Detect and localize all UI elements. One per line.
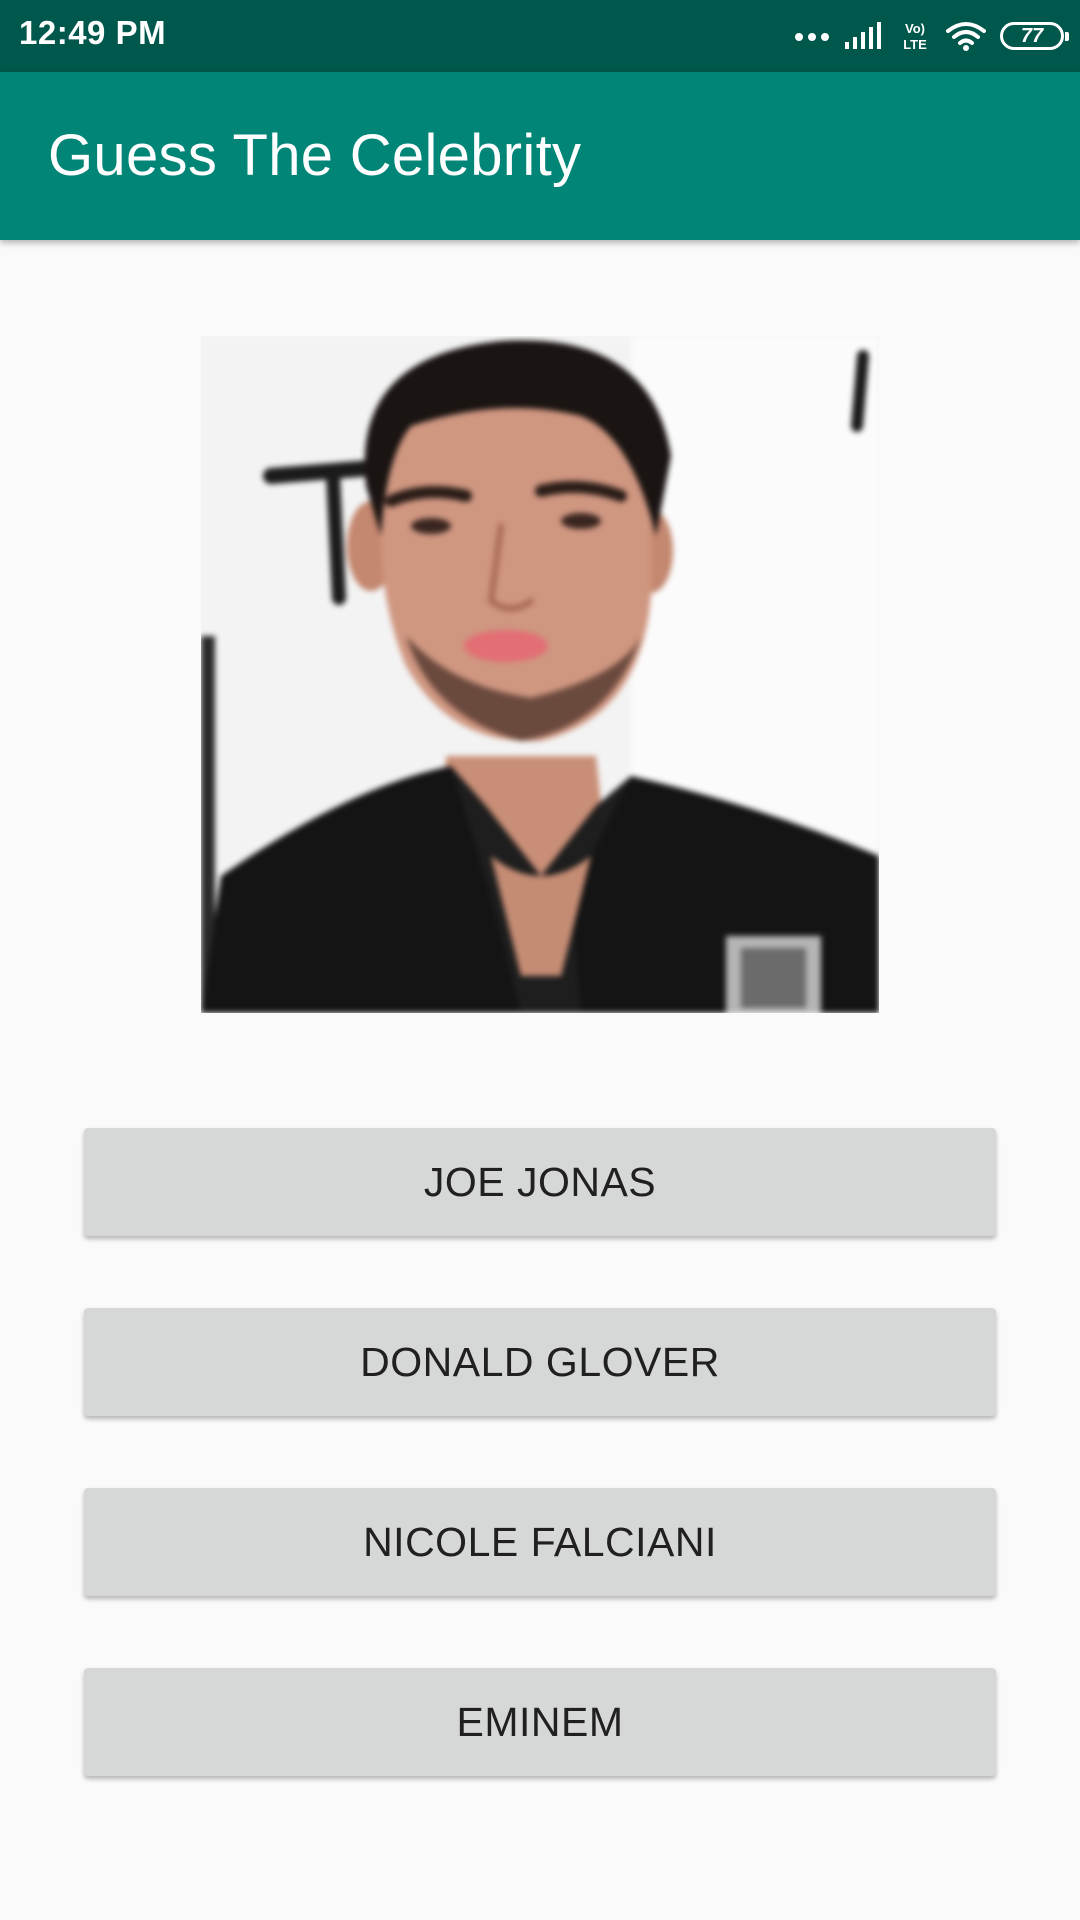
battery-icon: 77 — [1000, 22, 1069, 50]
status-time: 12:49 PM — [19, 14, 167, 51]
answer-label: DONALD GLOVER — [360, 1338, 720, 1385]
battery-level: 77 — [1020, 25, 1044, 47]
answer-button-3[interactable]: NICOLE FALCIANI — [84, 1488, 996, 1596]
status-icons: Vo) LTE 77 — [794, 14, 1069, 58]
signal-icon — [845, 22, 881, 49]
app-bar: Guess The Celebrity — [0, 72, 1080, 240]
answer-label: NICOLE FALCIANI — [363, 1518, 717, 1565]
celebrity-photo — [201, 336, 879, 1013]
svg-text:Vo): Vo) — [905, 21, 925, 36]
answer-button-4[interactable]: EMINEM — [84, 1668, 996, 1776]
app-title: Guess The Celebrity — [48, 123, 582, 188]
answer-button-2[interactable]: DONALD GLOVER — [84, 1308, 996, 1416]
answer-label: JOE JONAS — [423, 1158, 657, 1205]
answer-button-1[interactable]: JOE JONAS — [84, 1128, 996, 1236]
answer-label: EMINEM — [456, 1698, 624, 1745]
wifi-icon — [946, 22, 986, 51]
status-bar: 12:49 PM Vo) LTE 77 — [0, 0, 1080, 72]
more-dots-icon — [795, 33, 829, 41]
svg-text:LTE: LTE — [903, 37, 927, 52]
volte-icon: Vo) LTE — [903, 21, 927, 52]
